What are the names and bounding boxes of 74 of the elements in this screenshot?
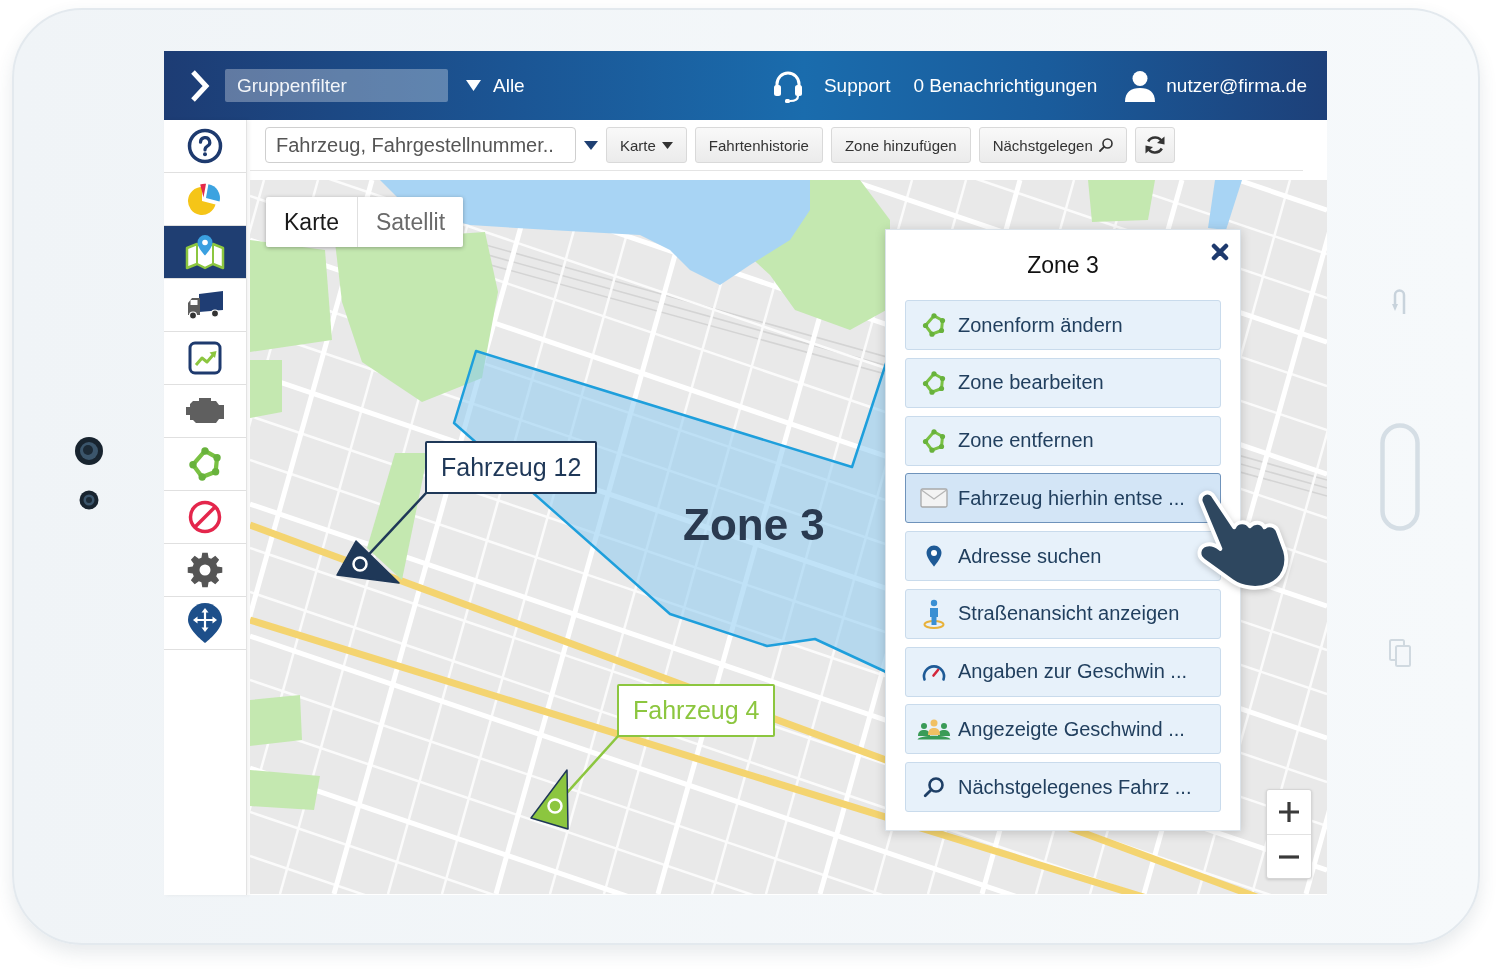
move-pin-icon	[187, 602, 223, 644]
sidebar-item[interactable]	[164, 279, 246, 332]
menu-item[interactable]: Adresse suchen	[905, 531, 1221, 581]
menu-item[interactable]: Zone entfernen	[905, 415, 1221, 466]
caret-icon	[661, 141, 673, 149]
menu-item[interactable]: Fahrzeug hierhin entse ...	[905, 473, 1221, 524]
envelope-icon	[920, 488, 948, 509]
zone-label: Zone 3	[683, 503, 825, 547]
copy-icon	[1388, 638, 1411, 667]
user-menu[interactable]: nutzer@firma.de	[1124, 69, 1307, 102]
polygon-icon	[922, 370, 946, 395]
camera-icon	[79, 489, 99, 510]
close-button[interactable]	[1211, 243, 1229, 261]
river-area	[1208, 180, 1242, 230]
vehicle-marker[interactable]	[336, 540, 400, 584]
polygon-icon	[188, 447, 222, 481]
menu-item[interactable]: Zone bearbeiten	[905, 357, 1221, 408]
polygon-icon	[922, 428, 946, 453]
user-icon	[1124, 69, 1157, 102]
refresh-button[interactable]	[1134, 127, 1175, 163]
sidebar-item[interactable]	[164, 597, 246, 650]
vehicle-label: Fahrzeug 4	[617, 684, 776, 737]
truck-icon	[185, 290, 225, 320]
help-icon	[187, 128, 223, 164]
minus-icon	[1278, 854, 1300, 859]
search-dropdown-button[interactable]	[584, 140, 598, 150]
nearest-search-button[interactable]: Nächstgelegen	[978, 127, 1127, 163]
sidebar-item[interactable]	[164, 226, 246, 279]
location-pin-icon	[926, 545, 942, 567]
menu-item[interactable]: Angaben zur Geschwin ...	[905, 646, 1221, 697]
search-icon	[923, 776, 945, 798]
engine-icon	[185, 397, 225, 425]
people-icon	[917, 718, 951, 741]
search-icon	[1098, 138, 1113, 152]
park-area	[250, 695, 302, 746]
plus-icon	[1278, 801, 1300, 823]
menu-title: Zone 3	[1027, 251, 1099, 279]
park-area	[250, 770, 320, 810]
pie-chart-icon	[187, 182, 223, 216]
notifications-link[interactable]: 0 Benachrichtigungen	[913, 74, 1098, 97]
sidebar-item[interactable]	[164, 332, 246, 385]
map-type-tab[interactable]: Karte	[266, 197, 357, 247]
vehicle-search-field[interactable]: Fahrzeug, Fahrgestellnummer..	[265, 127, 576, 163]
map-type-tab[interactable]: Satellit	[357, 197, 464, 247]
map-icon	[185, 234, 225, 270]
toolbar-button[interactable]: Fahrtenhistorie	[694, 127, 823, 163]
home-button-icon	[1379, 422, 1420, 531]
camera-icon	[74, 435, 104, 466]
vehicle-marker[interactable]	[530, 769, 569, 830]
filter-dropdown[interactable]: Alle	[466, 74, 525, 97]
prohibited-icon	[188, 500, 222, 534]
caret-icon	[466, 80, 481, 91]
settings-icon	[187, 552, 223, 588]
caret-icon	[584, 140, 598, 150]
sidebar-item[interactable]	[164, 385, 246, 438]
close-icon	[1211, 243, 1229, 261]
rotate-icon	[1391, 286, 1408, 315]
sidebar-item[interactable]	[164, 120, 246, 173]
refresh-icon	[1143, 134, 1166, 156]
person-icon	[923, 598, 945, 629]
dropdown-button[interactable]: Karte	[606, 127, 687, 163]
park-area	[250, 360, 282, 418]
vehicle-label: Fahrzeug 12	[425, 441, 598, 494]
chevron-icon	[190, 68, 210, 103]
menu-item[interactable]: Straßenansicht anzeigen	[905, 588, 1221, 639]
park-area	[1088, 180, 1155, 222]
menu-item[interactable]: Angezeigte Geschwind ...	[905, 704, 1221, 755]
line-chart-icon	[188, 341, 222, 375]
menu-item[interactable]: Nächstgelegenes Fahrz ...	[905, 762, 1221, 812]
polygon-icon	[922, 313, 946, 337]
support-link[interactable]: Support	[771, 68, 891, 103]
sidebar-item[interactable]	[164, 544, 246, 597]
toolbar-button[interactable]: Zone hinzufügen	[830, 127, 971, 163]
menu-item[interactable]: Zonenform ändern	[905, 300, 1221, 350]
